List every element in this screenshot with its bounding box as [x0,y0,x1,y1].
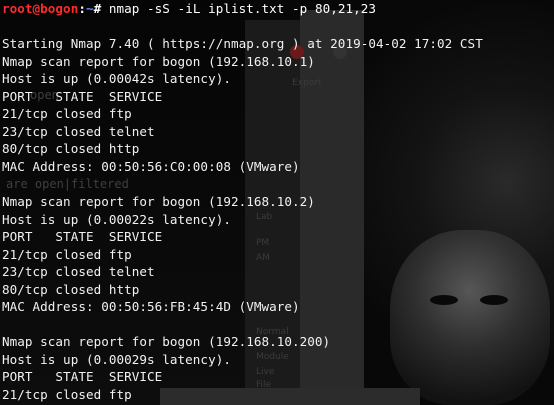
terminal-output-line: PORT STATE SERVICE [2,369,163,385]
terminal-output-line: 21/tcp closed ftp [2,387,132,403]
prompt-user-host: root@bogon [2,1,79,16]
terminal-output-line: 23/tcp closed telnet [2,123,155,139]
terminal-output-line: Host is up (0.00022s latency). [2,211,231,227]
terminal-output-line: Nmap scan report for bogon (192.168.10.2… [2,334,331,350]
terminal-output-line: PORT STATE SERVICE [2,229,163,245]
terminal-window[interactable]: root@bogon:~# nmap -sS -iL iplist.txt -p… [0,0,554,405]
terminal-output-line: 21/tcp closed ftp [2,106,132,122]
terminal-output-line: Nmap scan report for bogon (192.168.10.2… [2,194,315,210]
terminal-output-line: 80/tcp closed http [2,281,140,297]
terminal-output-line: MAC Address: 00:50:56:FB:45:4D (VMware) [2,299,300,315]
terminal-output-line: Host is up (0.00042s latency). [2,71,231,87]
terminal-output-line: Host is up (0.00029s latency). [2,351,231,367]
terminal-command: nmap -sS -iL iplist.txt -p 80,21,23 [108,1,376,16]
terminal-output-line: PORT STATE SERVICE [2,88,163,104]
terminal-output-line: Nmap scan report for bogon (192.168.10.1… [2,53,315,69]
prompt-path: ~ [85,1,94,16]
prompt-symbol: # [93,1,109,16]
terminal-output-line: MAC Address: 00:50:56:C0:00:08 (VMware) [2,158,300,174]
terminal-output-line: 23/tcp closed telnet [2,264,155,280]
terminal-output-line: 21/tcp closed ftp [2,246,132,262]
terminal-prompt-line: root@bogon:~# nmap -sS -iL iplist.txt -p… [0,0,554,18]
terminal-output-line: 80/tcp closed http [2,141,140,157]
terminal-output: Starting Nmap 7.40 ( https://nmap.org ) … [0,18,554,404]
prompt-separator: : [78,1,86,16]
terminal-output-line: Starting Nmap 7.40 ( https://nmap.org ) … [2,36,483,52]
